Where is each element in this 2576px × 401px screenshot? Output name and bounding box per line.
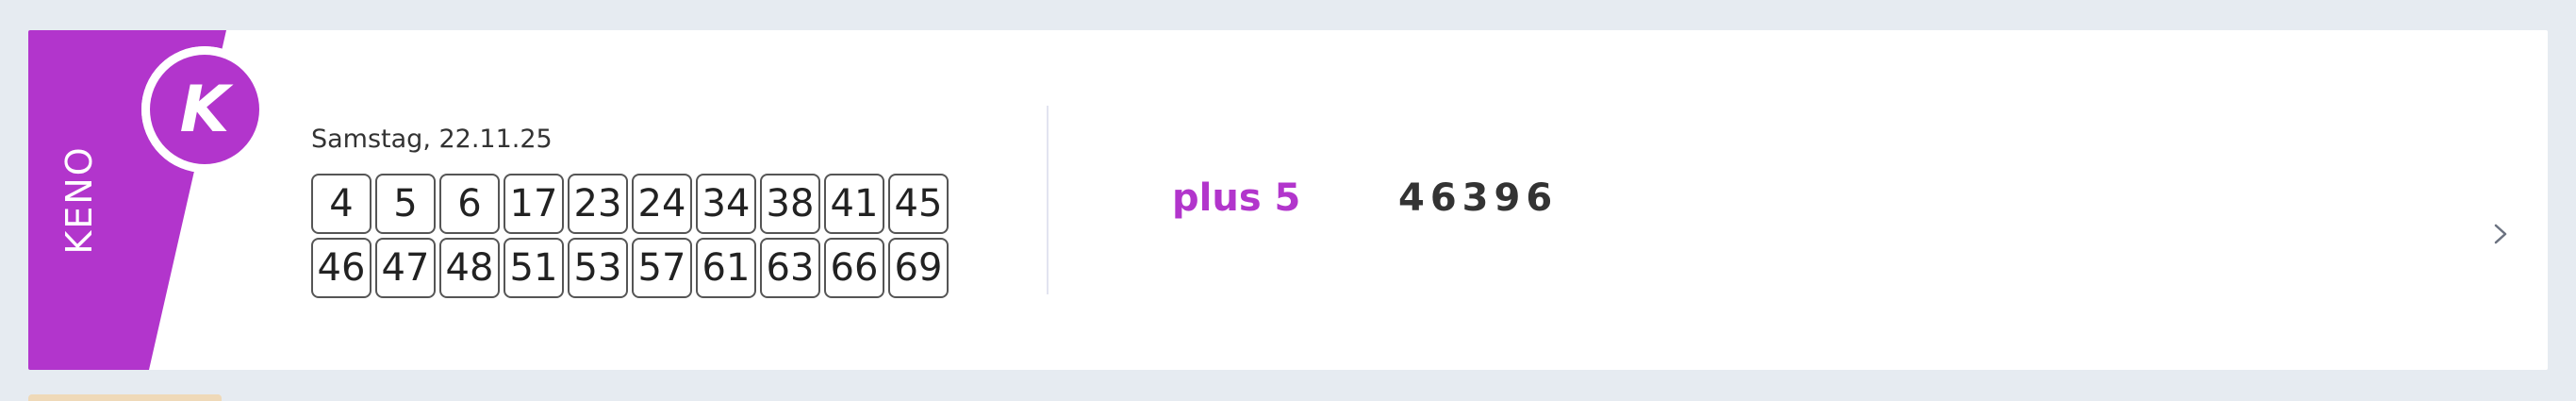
number-ball: 48 bbox=[439, 238, 500, 298]
chevron-right-icon[interactable] bbox=[2487, 221, 2514, 247]
number-ball: 6 bbox=[439, 174, 500, 234]
number-ball: 5 bbox=[375, 174, 436, 234]
number-ball: 23 bbox=[568, 174, 628, 234]
number-ball: 46 bbox=[311, 238, 372, 298]
number-ball: 4 bbox=[311, 174, 372, 234]
logo-letter: K bbox=[180, 73, 234, 147]
number-ball: 61 bbox=[696, 238, 756, 298]
draw-date: Samstag, 22.11.25 bbox=[311, 125, 553, 154]
number-ball: 63 bbox=[760, 238, 820, 298]
number-ball: 34 bbox=[696, 174, 756, 234]
divider bbox=[1047, 106, 1049, 294]
number-ball: 24 bbox=[632, 174, 692, 234]
number-ball: 41 bbox=[824, 174, 884, 234]
number-ball: 53 bbox=[568, 238, 628, 298]
plus5-label: plus 5 bbox=[1172, 176, 1301, 220]
next-card-edge bbox=[28, 394, 222, 401]
plus5-number: 46396 bbox=[1398, 176, 1559, 220]
number-ball: 47 bbox=[375, 238, 436, 298]
winning-numbers-grid: 4 5 6 17 23 24 34 38 41 45 46 47 48 51 53 57 61 63 66 69 bbox=[311, 174, 949, 298]
keno-logo-icon: K bbox=[141, 46, 268, 173]
number-ball: 66 bbox=[824, 238, 884, 298]
number-ball: 45 bbox=[888, 174, 949, 234]
number-ball: 51 bbox=[504, 238, 564, 298]
number-ball: 69 bbox=[888, 238, 949, 298]
brand-name: KENO bbox=[58, 145, 100, 255]
number-ball: 17 bbox=[504, 174, 564, 234]
keno-result-card[interactable]: KENO K Samstag, 22.11.25 4 5 6 17 23 24 34 38 41… bbox=[28, 30, 2548, 370]
number-ball: 57 bbox=[632, 238, 692, 298]
number-ball: 38 bbox=[760, 174, 820, 234]
